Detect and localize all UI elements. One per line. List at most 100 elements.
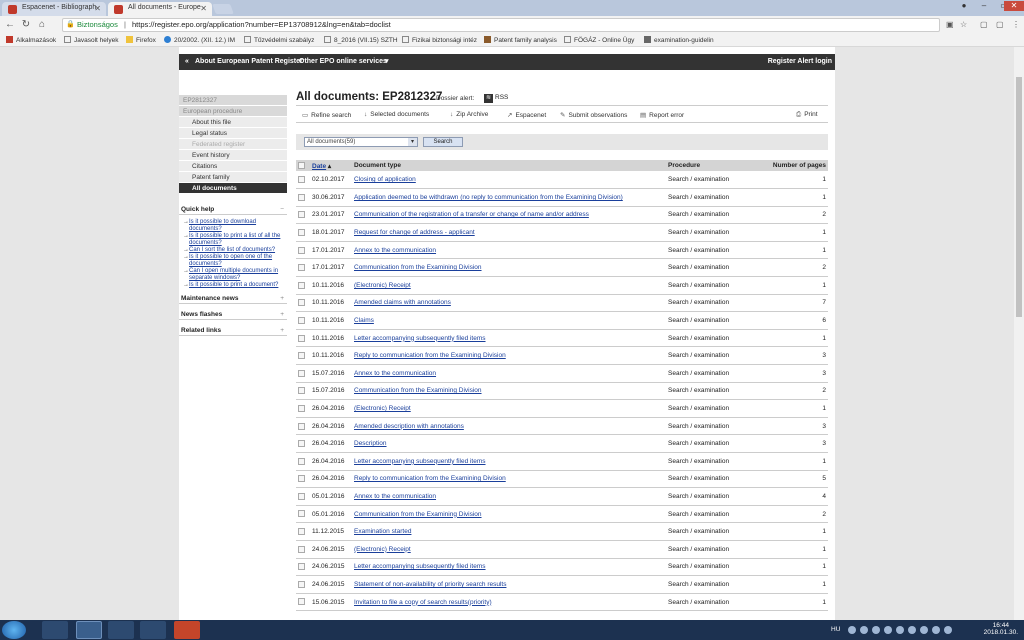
selected-documents-button[interactable]: ↓ Selected documents: [364, 111, 429, 118]
bookmark-item[interactable]: Firefox: [126, 36, 156, 44]
row-checkbox[interactable]: [298, 352, 305, 360]
expand-icon[interactable]: +: [280, 325, 284, 336]
back-icon[interactable]: ←: [4, 19, 16, 31]
other-services-menu[interactable]: Other EPO online services: [299, 54, 387, 70]
bookmark-star-icon[interactable]: ☆: [960, 20, 967, 29]
document-filter-select[interactable]: All documents(59) ▾: [304, 137, 418, 147]
tab-all-documents[interactable]: All documents - Europe ✕: [108, 2, 212, 16]
sidebar-item-citations[interactable]: Citations: [179, 161, 287, 172]
document-link[interactable]: Application deemed to be withdrawn (no r…: [354, 194, 623, 201]
document-link[interactable]: Letter accompanying subsequently filed i…: [354, 335, 486, 342]
alert-login-link[interactable]: Register Alert login: [768, 54, 832, 70]
bookmark-apps[interactable]: Alkalmazások: [6, 36, 56, 44]
sidebar-item-all-documents[interactable]: All documents: [179, 183, 287, 194]
bookmark-item[interactable]: Patent family analysis: [484, 36, 557, 44]
tray-icon[interactable]: [884, 626, 892, 634]
print-button[interactable]: ⎙ Print: [796, 111, 818, 119]
document-link[interactable]: Reply to communication from the Examinin…: [354, 475, 506, 482]
expand-icon[interactable]: +: [280, 293, 284, 304]
row-checkbox[interactable]: [298, 440, 305, 448]
notes-icon[interactable]: [140, 621, 166, 639]
document-link[interactable]: Letter accompanying subsequently filed i…: [354, 563, 486, 570]
document-link[interactable]: Annex to the communication: [354, 247, 436, 254]
select-all-checkbox[interactable]: [298, 161, 305, 169]
tray-icon[interactable]: [908, 626, 916, 634]
tray-icon[interactable]: [860, 626, 868, 634]
sidebar-item-about[interactable]: About this file: [179, 117, 287, 128]
help-link[interactable]: Is it possible to open one of the docume…: [183, 254, 285, 268]
sidebar-item-event-history[interactable]: Event history: [179, 150, 287, 161]
close-tab-icon[interactable]: ✕: [94, 4, 101, 13]
document-link[interactable]: Request for change of address - applican…: [354, 229, 475, 236]
help-link[interactable]: Is it possible to download documents?: [183, 219, 285, 233]
row-checkbox[interactable]: [298, 510, 305, 518]
collapse-icon[interactable]: −: [280, 204, 284, 215]
row-checkbox[interactable]: [298, 475, 305, 483]
sidebar-item-patent-family[interactable]: Patent family: [179, 172, 287, 183]
row-checkbox[interactable]: [298, 422, 305, 430]
new-tab-button[interactable]: [212, 4, 234, 14]
rss-link[interactable]: ≋ RSS: [484, 94, 508, 103]
tray-icon[interactable]: [896, 626, 904, 634]
expand-icon[interactable]: +: [280, 309, 284, 320]
tray-icon[interactable]: [920, 626, 928, 634]
maintenance-news-panel[interactable]: Maintenance news +: [179, 293, 287, 304]
row-checkbox[interactable]: [298, 528, 305, 536]
tab-espacenet[interactable]: Espacenet - Bibliograph ✕: [2, 2, 106, 16]
document-link[interactable]: Annex to the communication: [354, 493, 436, 500]
document-link[interactable]: (Electronic) Receipt: [354, 282, 411, 289]
document-link[interactable]: Statement of non-availability of priorit…: [354, 581, 506, 588]
row-checkbox[interactable]: [298, 334, 305, 342]
search-button[interactable]: Search: [423, 137, 463, 147]
extension-icon[interactable]: ▢: [980, 20, 988, 29]
about-register-link[interactable]: About European Patent Register: [195, 54, 303, 70]
minimize-button[interactable]: –: [974, 1, 994, 11]
row-checkbox[interactable]: [298, 404, 305, 412]
bookmark-item[interactable]: Javasolt helyek: [64, 36, 118, 44]
bookmark-item[interactable]: Tűzvédelmi szabályz: [244, 36, 314, 44]
media-player-icon[interactable]: [42, 621, 68, 639]
bookmark-item[interactable]: FÖGÁZ - Online Ügy: [564, 36, 634, 44]
start-button[interactable]: [2, 621, 26, 639]
row-checkbox[interactable]: [298, 563, 305, 571]
row-checkbox[interactable]: [298, 246, 305, 254]
translate-icon[interactable]: ▣: [946, 20, 954, 29]
help-link[interactable]: Is it possible to print a list of all th…: [183, 233, 285, 247]
document-link[interactable]: Reply to communication from the Examinin…: [354, 352, 506, 359]
network-icon[interactable]: [932, 626, 940, 634]
date-header[interactable]: Date ▴: [310, 160, 352, 171]
quick-help-panel[interactable]: Quick help −: [179, 204, 287, 215]
document-link[interactable]: Description: [354, 440, 387, 447]
row-checkbox[interactable]: [298, 457, 305, 465]
document-link[interactable]: Invitation to file a copy of search resu…: [354, 599, 492, 606]
submit-observations-button[interactable]: ✎ Submit observations: [560, 111, 627, 119]
zip-archive-button[interactable]: ↓ Zip Archive: [450, 111, 488, 118]
tray-icon[interactable]: [848, 626, 856, 634]
help-link[interactable]: Can I open multiple documents in separat…: [183, 268, 285, 282]
document-link[interactable]: Amended claims with annotations: [354, 299, 451, 306]
document-link[interactable]: Examination started: [354, 528, 411, 535]
help-link[interactable]: Can I sort the list of documents?: [183, 247, 285, 254]
scrollbar-thumb[interactable]: [1016, 77, 1022, 317]
document-link[interactable]: Amended description with annotations: [354, 423, 464, 430]
bookmark-item[interactable]: 8_2016 (VII.15) SZTH: [324, 36, 398, 44]
bookmark-item[interactable]: Fizikai biztonsági intéz: [402, 36, 477, 44]
row-checkbox[interactable]: [298, 264, 305, 272]
document-link[interactable]: Annex to the communication: [354, 370, 436, 377]
clock[interactable]: 16:44 2018.01.30.: [984, 622, 1018, 636]
bookmark-item[interactable]: 20/2002. (XII. 12.) IM: [164, 36, 235, 44]
refine-search-button[interactable]: ▭ Refine search: [302, 111, 351, 119]
extension-icon[interactable]: ▢: [996, 20, 1004, 29]
row-checkbox[interactable]: [298, 492, 305, 500]
document-link[interactable]: Communication from the Examining Divisio…: [354, 387, 482, 394]
close-window-button[interactable]: ✕: [1004, 1, 1024, 11]
row-checkbox[interactable]: [298, 211, 305, 219]
menu-icon[interactable]: ⋮: [1012, 20, 1020, 29]
row-checkbox[interactable]: [298, 598, 305, 606]
date-sort-link[interactable]: Date: [312, 163, 326, 170]
bookmark-item[interactable]: examination-guidelin: [644, 36, 714, 44]
url-input[interactable]: 🔒 Biztonságos | https://register.epo.org…: [62, 18, 940, 32]
row-checkbox[interactable]: [298, 193, 305, 201]
vertical-scrollbar[interactable]: [1014, 47, 1024, 620]
document-link[interactable]: Communication from the Examining Divisio…: [354, 511, 482, 518]
